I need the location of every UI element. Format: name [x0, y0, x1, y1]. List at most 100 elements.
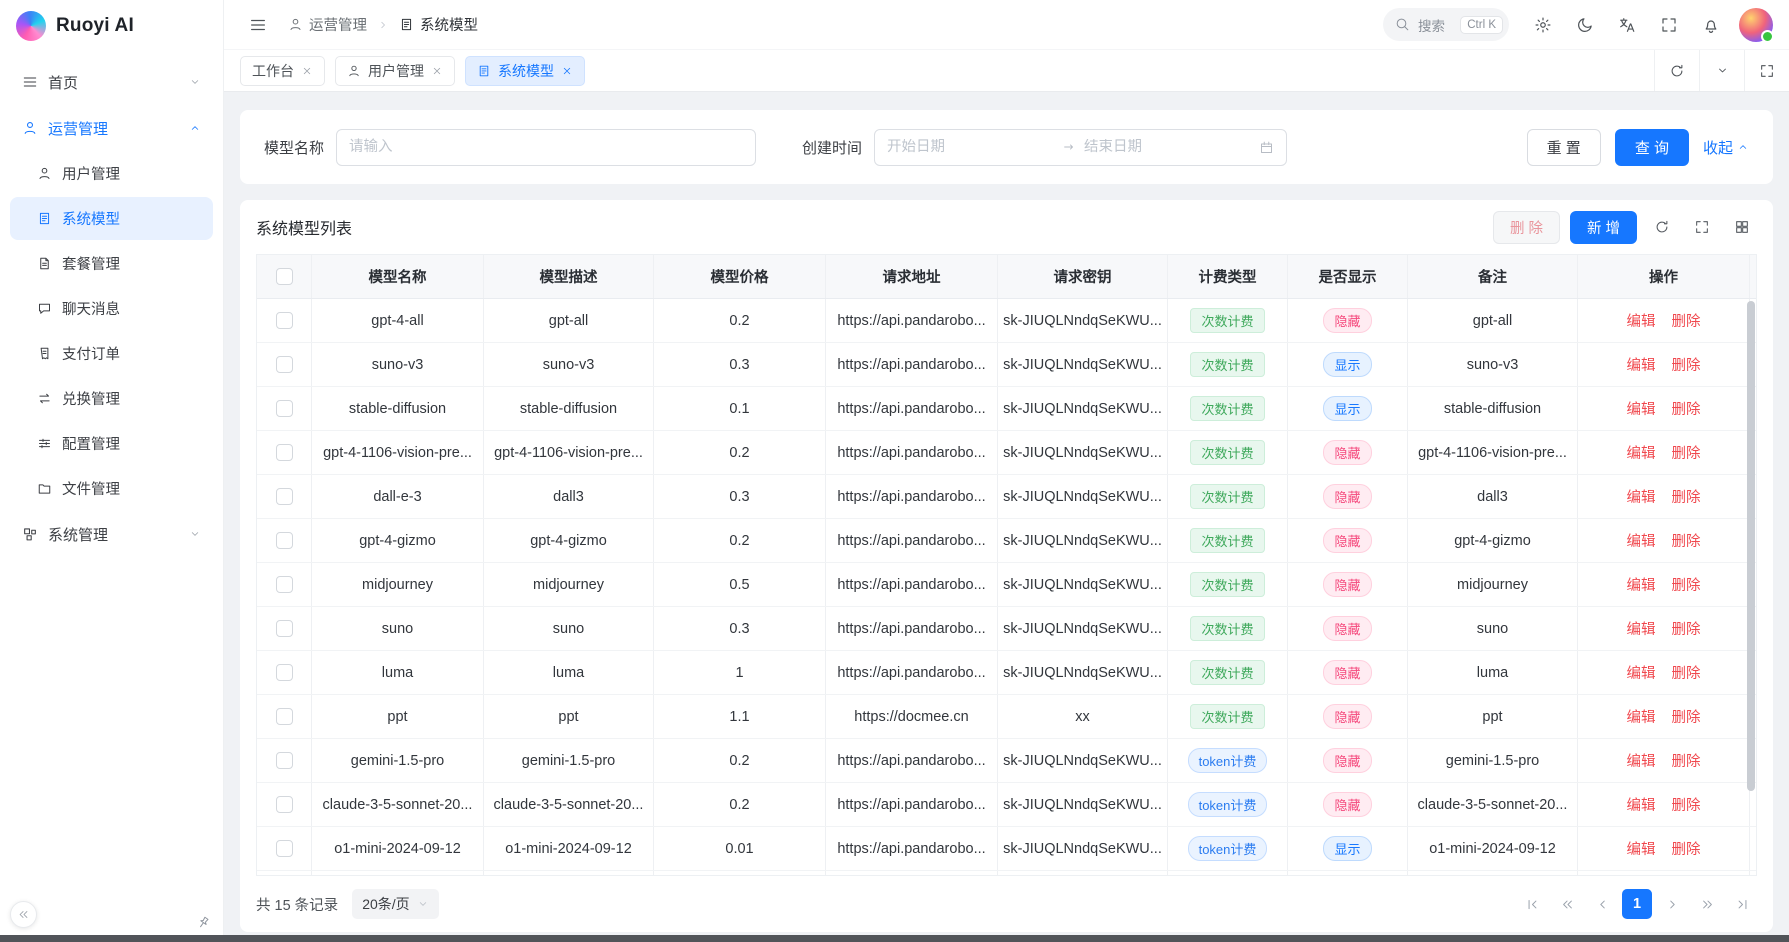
- global-search[interactable]: 搜索 Ctrl K: [1383, 8, 1509, 41]
- row-checkbox[interactable]: [276, 708, 293, 725]
- sidebar-item-config[interactable]: 配置管理: [10, 422, 213, 465]
- select-all-checkbox[interactable]: [276, 268, 293, 285]
- sidebar-collapse-button[interactable]: [10, 901, 37, 928]
- query-button[interactable]: 查 询: [1615, 129, 1689, 166]
- visibility-badge[interactable]: 隐藏: [1323, 308, 1371, 333]
- edit-link[interactable]: 编辑: [1627, 838, 1656, 859]
- delete-link[interactable]: 删除: [1672, 662, 1701, 683]
- visibility-badge[interactable]: 显示: [1323, 836, 1371, 861]
- row-checkbox[interactable]: [276, 356, 293, 373]
- sidebar-item-system-management[interactable]: 系统管理: [10, 512, 213, 556]
- delete-link[interactable]: 删除: [1672, 398, 1701, 419]
- edit-link[interactable]: 编辑: [1627, 486, 1656, 507]
- close-tab-icon[interactable]: [301, 65, 313, 77]
- refresh-table-button[interactable]: [1647, 212, 1677, 242]
- settings-button[interactable]: [1525, 7, 1561, 43]
- row-checkbox[interactable]: [276, 444, 293, 461]
- sidebar-item-chat-messages[interactable]: 聊天消息: [10, 287, 213, 330]
- row-checkbox[interactable]: [276, 488, 293, 505]
- visibility-badge[interactable]: 隐藏: [1323, 572, 1371, 597]
- close-tab-icon[interactable]: [431, 65, 443, 77]
- sidebar-item-payment-orders[interactable]: 支付订单: [10, 332, 213, 375]
- edit-link[interactable]: 编辑: [1627, 706, 1656, 727]
- sidebar-item-packages[interactable]: 套餐管理: [10, 242, 213, 285]
- collapse-menu-button[interactable]: [240, 7, 276, 43]
- delete-link[interactable]: 删除: [1672, 574, 1701, 595]
- sidebar-item-files[interactable]: 文件管理: [10, 467, 213, 510]
- edit-link[interactable]: 编辑: [1627, 398, 1656, 419]
- content-fullscreen-button[interactable]: [1744, 50, 1789, 91]
- row-checkbox[interactable]: [276, 840, 293, 857]
- edit-link[interactable]: 编辑: [1627, 662, 1656, 683]
- breadcrumb-system-models[interactable]: 系统模型: [399, 14, 478, 35]
- collapse-filter-link[interactable]: 收起: [1703, 137, 1749, 158]
- dark-mode-button[interactable]: [1567, 7, 1603, 43]
- model-name-input[interactable]: [336, 129, 756, 166]
- delete-link[interactable]: 删除: [1672, 750, 1701, 771]
- reset-button[interactable]: 重 置: [1527, 129, 1601, 166]
- visibility-badge[interactable]: 显示: [1323, 396, 1371, 421]
- delete-link[interactable]: 删除: [1672, 838, 1701, 859]
- edit-link[interactable]: 编辑: [1627, 794, 1656, 815]
- row-checkbox[interactable]: [276, 664, 293, 681]
- delete-link[interactable]: 删除: [1672, 794, 1701, 815]
- delete-link[interactable]: 删除: [1672, 486, 1701, 507]
- delete-link[interactable]: 删除: [1672, 354, 1701, 375]
- first-page-button[interactable]: [1517, 889, 1547, 919]
- sidebar-item-system-models[interactable]: 系统模型: [10, 197, 213, 240]
- row-checkbox[interactable]: [276, 532, 293, 549]
- visibility-badge[interactable]: 隐藏: [1323, 704, 1371, 729]
- delete-link[interactable]: 删除: [1672, 310, 1701, 331]
- table-scrollbar[interactable]: [1747, 301, 1755, 871]
- jump-next-button[interactable]: [1692, 889, 1722, 919]
- notifications-button[interactable]: [1693, 7, 1729, 43]
- delete-link[interactable]: 删除: [1672, 618, 1701, 639]
- app-logo[interactable]: Ruoyi AI: [0, 0, 223, 52]
- page-size-select[interactable]: 20条/页: [352, 889, 438, 919]
- visibility-badge[interactable]: 隐藏: [1323, 616, 1371, 641]
- tab-workbench[interactable]: 工作台: [240, 56, 325, 86]
- row-checkbox[interactable]: [276, 752, 293, 769]
- user-avatar[interactable]: [1739, 8, 1773, 42]
- start-date-input[interactable]: [887, 139, 1054, 155]
- sidebar-item-redeem[interactable]: 兑换管理: [10, 377, 213, 420]
- edit-link[interactable]: 编辑: [1627, 750, 1656, 771]
- next-page-button[interactable]: [1657, 889, 1687, 919]
- close-tab-icon[interactable]: [561, 65, 573, 77]
- sidebar-item-home[interactable]: 首页: [10, 60, 213, 104]
- batch-delete-button[interactable]: 删 除: [1493, 211, 1560, 244]
- fullscreen-button[interactable]: [1651, 7, 1687, 43]
- add-button[interactable]: 新 增: [1570, 211, 1637, 244]
- edit-link[interactable]: 编辑: [1627, 618, 1656, 639]
- visibility-badge[interactable]: 隐藏: [1323, 660, 1371, 685]
- row-checkbox[interactable]: [276, 620, 293, 637]
- breadcrumb-operations[interactable]: 运营管理: [288, 14, 367, 35]
- end-date-input[interactable]: [1084, 139, 1251, 155]
- current-page-button[interactable]: 1: [1622, 889, 1652, 919]
- delete-link[interactable]: 删除: [1672, 530, 1701, 551]
- visibility-badge[interactable]: 隐藏: [1323, 528, 1371, 553]
- visibility-badge[interactable]: 隐藏: [1323, 440, 1371, 465]
- tab-system-models[interactable]: 系统模型: [465, 56, 585, 86]
- visibility-badge[interactable]: 隐藏: [1323, 748, 1371, 773]
- table-fullscreen-button[interactable]: [1687, 212, 1717, 242]
- row-checkbox[interactable]: [276, 400, 293, 417]
- column-settings-button[interactable]: [1727, 212, 1757, 242]
- sidebar-item-users[interactable]: 用户管理: [10, 152, 213, 195]
- sidebar-item-operations[interactable]: 运营管理: [10, 106, 213, 150]
- tab-users[interactable]: 用户管理: [335, 56, 455, 86]
- prev-page-button[interactable]: [1587, 889, 1617, 919]
- create-time-range[interactable]: [874, 129, 1287, 166]
- edit-link[interactable]: 编辑: [1627, 354, 1656, 375]
- visibility-badge[interactable]: 隐藏: [1323, 484, 1371, 509]
- edit-link[interactable]: 编辑: [1627, 574, 1656, 595]
- delete-link[interactable]: 删除: [1672, 442, 1701, 463]
- visibility-badge[interactable]: 隐藏: [1323, 792, 1371, 817]
- visibility-badge[interactable]: 显示: [1323, 352, 1371, 377]
- edit-link[interactable]: 编辑: [1627, 442, 1656, 463]
- language-button[interactable]: [1609, 7, 1645, 43]
- refresh-page-button[interactable]: [1654, 50, 1699, 91]
- row-checkbox[interactable]: [276, 312, 293, 329]
- edit-link[interactable]: 编辑: [1627, 310, 1656, 331]
- jump-prev-button[interactable]: [1552, 889, 1582, 919]
